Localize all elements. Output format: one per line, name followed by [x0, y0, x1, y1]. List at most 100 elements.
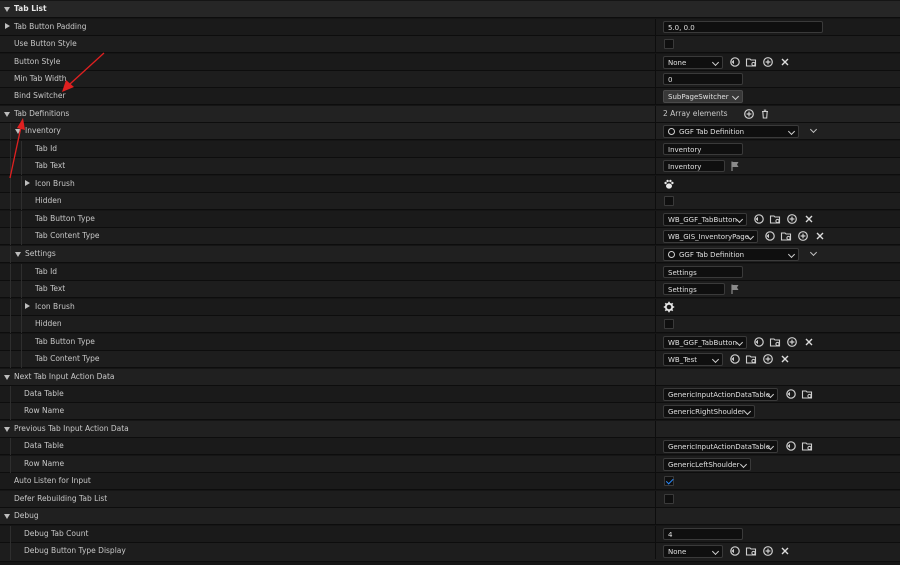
- debug-button-type-dropdown[interactable]: None: [663, 545, 723, 558]
- gear-icon[interactable]: [663, 301, 675, 313]
- reset-arrow-icon[interactable]: [753, 213, 765, 225]
- column-divider[interactable]: [655, 123, 656, 139]
- collapse-arrow-icon[interactable]: [4, 514, 10, 519]
- chevron-down-icon[interactable]: [809, 248, 818, 257]
- add-circle-icon[interactable]: [797, 230, 809, 242]
- reset-arrow-icon[interactable]: [785, 388, 797, 400]
- data-table-dropdown[interactable]: GenericInputActionDataTable: [663, 440, 778, 453]
- flag-icon[interactable]: [729, 283, 741, 295]
- browse-folder-icon[interactable]: [780, 230, 792, 242]
- tab-text-input[interactable]: Inventory: [663, 160, 725, 172]
- category-tab-list[interactable]: Tab List: [0, 1, 900, 18]
- button-style-dropdown[interactable]: None: [663, 56, 723, 69]
- browse-folder-icon[interactable]: [745, 56, 757, 68]
- clear-x-icon[interactable]: [803, 336, 815, 348]
- defer-rebuilding-checkbox[interactable]: [664, 494, 674, 504]
- column-divider[interactable]: [655, 71, 656, 87]
- row-debug[interactable]: Debug: [0, 508, 900, 525]
- clear-x-icon[interactable]: [814, 230, 826, 242]
- column-divider[interactable]: [655, 508, 656, 524]
- column-divider[interactable]: [655, 386, 656, 402]
- column-divider[interactable]: [655, 54, 656, 70]
- reset-arrow-icon[interactable]: [729, 56, 741, 68]
- add-circle-icon[interactable]: [786, 336, 798, 348]
- column-divider[interactable]: [655, 351, 656, 367]
- column-divider[interactable]: [655, 281, 656, 297]
- clear-x-icon[interactable]: [779, 56, 791, 68]
- column-divider[interactable]: [655, 491, 656, 507]
- column-divider[interactable]: [655, 438, 656, 454]
- tab-id-input[interactable]: Inventory: [663, 143, 743, 155]
- column-divider[interactable]: [655, 264, 656, 280]
- chevron-down-icon[interactable]: [809, 125, 818, 134]
- use-button-style-checkbox[interactable]: [664, 39, 674, 49]
- row-inventory[interactable]: Inventory GGF Tab Definition: [0, 123, 900, 140]
- clear-x-icon[interactable]: [803, 213, 815, 225]
- column-divider[interactable]: [655, 88, 656, 104]
- column-divider[interactable]: [655, 106, 656, 122]
- min-tab-width-input[interactable]: 0: [663, 73, 743, 85]
- column-divider[interactable]: [655, 246, 656, 262]
- browse-folder-icon[interactable]: [745, 353, 757, 365]
- bind-switcher-dropdown[interactable]: SubPageSwitcher: [663, 90, 743, 103]
- collapse-arrow-icon[interactable]: [4, 112, 10, 117]
- tab-definition-struct-dropdown[interactable]: GGF Tab Definition: [663, 248, 799, 261]
- row-name-dropdown[interactable]: GenericRightShoulder: [663, 405, 755, 418]
- expand-arrow-icon[interactable]: [25, 180, 30, 186]
- column-divider[interactable]: [655, 228, 656, 244]
- add-circle-icon[interactable]: [762, 353, 774, 365]
- add-circle-icon[interactable]: [786, 213, 798, 225]
- reset-arrow-icon[interactable]: [753, 336, 765, 348]
- collapse-arrow-icon[interactable]: [15, 129, 21, 134]
- column-divider[interactable]: [655, 403, 656, 419]
- browse-folder-icon[interactable]: [745, 545, 757, 557]
- row-previous-tab-input-action-data[interactable]: Previous Tab Input Action Data: [0, 421, 900, 438]
- column-divider[interactable]: [655, 456, 656, 472]
- column-divider[interactable]: [655, 141, 656, 157]
- collapse-arrow-icon[interactable]: [15, 252, 21, 257]
- browse-folder-icon[interactable]: [769, 336, 781, 348]
- column-divider[interactable]: [655, 193, 656, 209]
- tab-text-input[interactable]: Settings: [663, 283, 725, 295]
- padding-input[interactable]: 5.0, 0.0: [663, 21, 823, 33]
- column-divider[interactable]: [655, 36, 656, 52]
- row-next-tab-input-action-data[interactable]: Next Tab Input Action Data: [0, 369, 900, 386]
- reset-arrow-icon[interactable]: [785, 440, 797, 452]
- flag-icon[interactable]: [729, 160, 741, 172]
- add-circle-icon[interactable]: [762, 56, 774, 68]
- column-divider[interactable]: [655, 211, 656, 227]
- browse-folder-icon[interactable]: [801, 440, 813, 452]
- add-circle-icon[interactable]: [762, 545, 774, 557]
- browse-folder-icon[interactable]: [801, 388, 813, 400]
- tab-content-type-dropdown[interactable]: WB_GIS_InventoryPage: [663, 230, 758, 243]
- clear-x-icon[interactable]: [779, 545, 791, 557]
- collapse-arrow-icon[interactable]: [4, 7, 10, 12]
- trash-icon[interactable]: [759, 108, 771, 120]
- collapse-arrow-icon[interactable]: [4, 375, 10, 380]
- paw-icon[interactable]: [663, 178, 675, 190]
- row-name-dropdown[interactable]: GenericLeftShoulder: [663, 458, 751, 471]
- data-table-dropdown[interactable]: GenericInputActionDataTable: [663, 388, 778, 401]
- row-tab-definitions[interactable]: Tab Definitions 2 Array elements: [0, 106, 900, 123]
- collapse-arrow-icon[interactable]: [4, 427, 10, 432]
- browse-folder-icon[interactable]: [769, 213, 781, 225]
- column-divider[interactable]: [655, 473, 656, 489]
- tab-id-input[interactable]: Settings: [663, 266, 743, 278]
- reset-arrow-icon[interactable]: [729, 353, 741, 365]
- hidden-checkbox[interactable]: [664, 319, 674, 329]
- column-divider[interactable]: [655, 19, 656, 35]
- expand-arrow-icon[interactable]: [5, 23, 10, 29]
- hidden-checkbox[interactable]: [664, 196, 674, 206]
- tab-definition-struct-dropdown[interactable]: GGF Tab Definition: [663, 125, 799, 138]
- column-divider[interactable]: [655, 158, 656, 174]
- column-divider[interactable]: [655, 176, 656, 192]
- tab-button-type-dropdown[interactable]: WB_GGF_TabButton: [663, 213, 747, 226]
- column-divider[interactable]: [655, 299, 656, 315]
- reset-arrow-icon[interactable]: [764, 230, 776, 242]
- column-divider[interactable]: [655, 316, 656, 332]
- reset-arrow-icon[interactable]: [729, 545, 741, 557]
- column-divider[interactable]: [655, 334, 656, 350]
- clear-x-icon[interactable]: [779, 353, 791, 365]
- tab-button-type-dropdown[interactable]: WB_GGF_TabButton: [663, 336, 747, 349]
- expand-arrow-icon[interactable]: [25, 303, 30, 309]
